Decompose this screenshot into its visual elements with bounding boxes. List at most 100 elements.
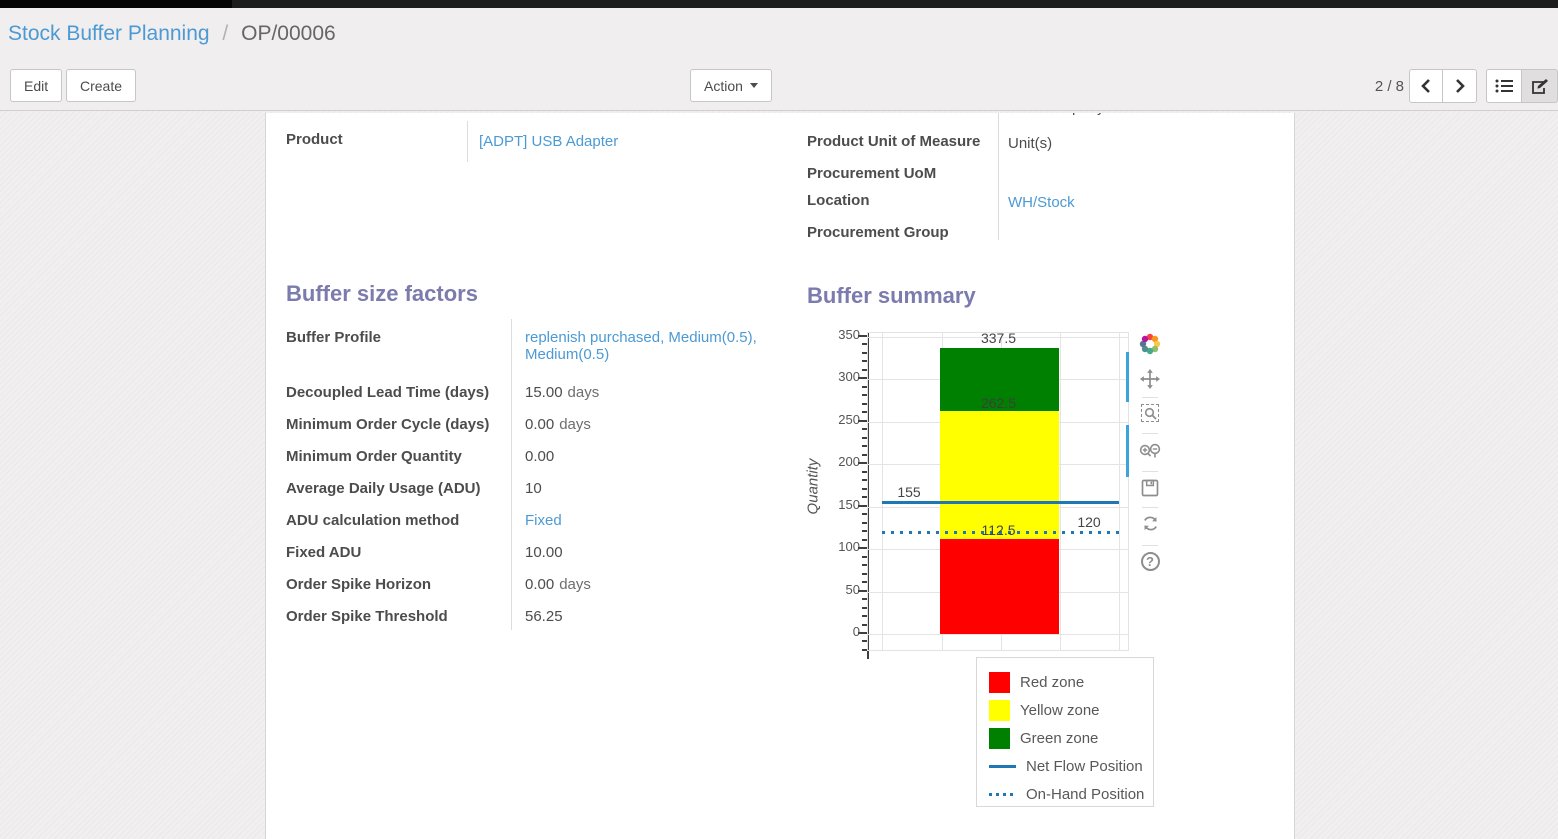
breadcrumb: Stock Buffer Planning / OP/00006: [8, 22, 336, 46]
view-switcher: [1486, 69, 1558, 103]
y-minor-tick: [862, 607, 867, 609]
chevron-right-icon: [1454, 79, 1466, 93]
y-major-tick: [858, 590, 867, 592]
y-major-tick: [858, 335, 867, 337]
y-major-tick: [858, 505, 867, 507]
top-menu-bar: [0, 0, 1558, 8]
modebar-highlight-bar: [1126, 425, 1129, 477]
help-icon[interactable]: ?: [1138, 549, 1162, 573]
y-minor-tick: [862, 352, 867, 354]
chevron-down-icon: [750, 83, 758, 88]
yellow-zone-swatch: [989, 700, 1010, 721]
y-minor-tick: [862, 624, 867, 626]
form-view-icon: [1531, 78, 1549, 95]
zone-yellow-zone: [940, 411, 1059, 538]
box-zoom-icon[interactable]: [1138, 401, 1162, 425]
net-flow-line-swatch: [989, 765, 1016, 768]
action-label: Action: [704, 78, 743, 94]
legend-label: Green zone: [1020, 730, 1098, 747]
modebar-highlight-bar: [1126, 352, 1129, 402]
list-view-button[interactable]: [1486, 69, 1522, 103]
y-tick-label: 350: [812, 327, 860, 342]
y-minor-tick: [862, 411, 867, 413]
breadcrumb-separator: /: [222, 22, 228, 45]
action-dropdown-button[interactable]: Action: [690, 69, 772, 102]
grid-line-v: [1060, 333, 1061, 650]
app-window: Stock Buffer Planning / OP/00006 Edit Cr…: [0, 0, 1558, 839]
y-minor-tick: [862, 598, 867, 600]
breadcrumb-parent-link[interactable]: Stock Buffer Planning: [8, 22, 210, 45]
y-minor-tick: [862, 488, 867, 490]
y-minor-tick: [862, 513, 867, 515]
y-minor-tick: [862, 386, 867, 388]
grid-line-h: [868, 634, 1128, 635]
on-hand-dotted-swatch: [989, 793, 1016, 796]
pager-count: 2 / 8: [1356, 78, 1404, 95]
y-minor-tick: [862, 539, 867, 541]
y-minor-tick: [862, 369, 867, 371]
y-minor-tick: [862, 573, 867, 575]
save-icon[interactable]: [1138, 476, 1162, 500]
y-major-tick: [858, 377, 867, 379]
plotly-logo-icon[interactable]: [1138, 332, 1162, 356]
legend-item-net-flow[interactable]: Net Flow Position: [977, 752, 1153, 780]
y-major-tick: [858, 547, 867, 549]
y-minor-tick: [862, 471, 867, 473]
legend-label: Net Flow Position: [1026, 758, 1143, 775]
legend-item-green-zone[interactable]: Green zone: [977, 724, 1153, 752]
pan-icon[interactable]: [1138, 367, 1162, 391]
y-major-tick: [858, 420, 867, 422]
grid-line-v: [1119, 333, 1120, 650]
y-minor-tick: [862, 428, 867, 430]
reset-icon[interactable]: [1138, 511, 1162, 535]
legend-item-red-zone[interactable]: Red zone: [977, 668, 1153, 696]
chart-label-green-top: 337.5: [939, 330, 1058, 346]
pager-previous-button[interactable]: [1409, 69, 1443, 103]
y-tick-label: 200: [812, 454, 860, 469]
breadcrumb-current: OP/00006: [241, 22, 336, 45]
y-minor-tick: [862, 581, 867, 583]
pager-next-button[interactable]: [1443, 69, 1477, 103]
y-minor-tick: [862, 479, 867, 481]
y-minor-tick: [862, 649, 867, 651]
legend-item-on-hand[interactable]: On-Hand Position: [977, 780, 1153, 807]
chart-label-red-top: 112.5: [939, 522, 1058, 538]
legend-label: On-Hand Position: [1026, 786, 1144, 803]
y-tick-label: 0: [812, 624, 860, 639]
y-major-tick: [858, 462, 867, 464]
form-sheet: pany Product [ADPT] USB Adapter Product …: [265, 113, 1295, 839]
legend-item-yellow-zone[interactable]: Yellow zone: [977, 696, 1153, 724]
y-minor-tick: [862, 615, 867, 617]
y-minor-tick: [862, 394, 867, 396]
edit-button[interactable]: Edit: [10, 69, 62, 102]
red-zone-swatch: [989, 672, 1010, 693]
y-minor-tick: [862, 437, 867, 439]
y-minor-tick: [862, 496, 867, 498]
y-tick-label: 100: [812, 539, 860, 554]
legend-label: Yellow zone: [1020, 702, 1100, 719]
y-minor-tick: [862, 640, 867, 642]
pager-nav: [1409, 69, 1477, 103]
y-minor-tick: [862, 360, 867, 362]
modebar-separator: [1142, 545, 1158, 546]
y-minor-tick: [862, 522, 867, 524]
y-minor-tick: [862, 564, 867, 566]
y-minor-tick: [862, 403, 867, 405]
chart-canvas: Quantity 337.5 262.5 112.5 155 120: [266, 113, 1296, 839]
create-button[interactable]: Create: [66, 69, 136, 102]
zoom-in-out-icon[interactable]: [1138, 439, 1162, 463]
y-tick-label: 150: [812, 497, 860, 512]
chart-label-yellow-top: 262.5: [939, 395, 1058, 411]
form-view-button[interactable]: [1522, 69, 1558, 103]
y-tick-label: 250: [812, 412, 860, 427]
line-net-flow-position: [882, 501, 1119, 504]
y-minor-tick: [862, 343, 867, 345]
list-view-icon: [1495, 79, 1513, 93]
y-tick-label: 300: [812, 369, 860, 384]
y-major-tick: [858, 632, 867, 634]
control-panel: Stock Buffer Planning / OP/00006 Edit Cr…: [0, 8, 1558, 111]
y-minor-tick: [862, 530, 867, 532]
y-minor-tick: [862, 445, 867, 447]
modebar-separator: [1142, 471, 1158, 472]
modebar-separator: [1142, 433, 1158, 434]
